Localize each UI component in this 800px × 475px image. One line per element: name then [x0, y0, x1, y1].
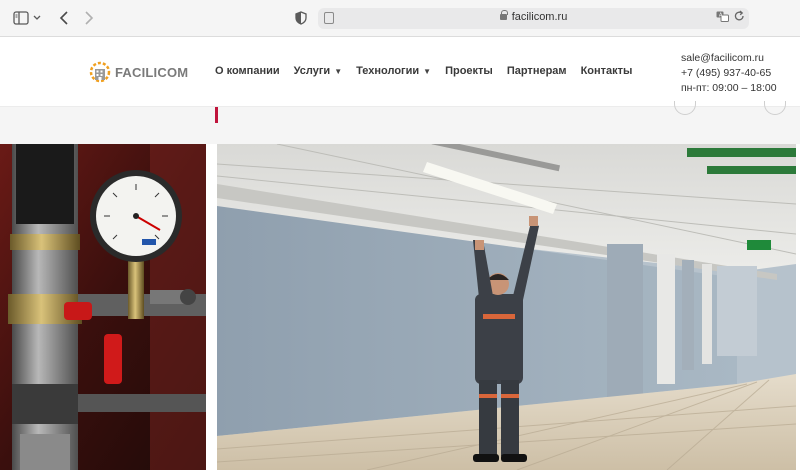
nav-item-contacts[interactable]: Контакты — [581, 65, 633, 77]
address-bar[interactable]: facilicom.ru A — [318, 8, 749, 29]
sidebar-icon[interactable] — [12, 9, 30, 27]
chevron-down-icon: ▼ — [423, 66, 432, 76]
contact-email[interactable]: sale@facilicom.ru — [681, 51, 777, 66]
accent-bar — [215, 107, 218, 123]
slider-control-icon[interactable] — [674, 101, 696, 115]
pressure-gauge-photo — [0, 144, 206, 470]
translate-icon[interactable]: A — [716, 11, 729, 25]
shield-icon[interactable] — [292, 9, 310, 27]
lock-icon — [499, 10, 508, 20]
corridor-worker-photo — [217, 144, 796, 470]
nav-item-projects[interactable]: Проекты — [445, 65, 493, 77]
contact-hours: пн-пт: 09:00 – 18:00 — [681, 82, 777, 94]
site-logo[interactable]: FACILICOM — [88, 60, 188, 84]
header-contacts: sale@facilicom.ru +7 (495) 937-40-65 пн-… — [681, 51, 777, 96]
url-text: facilicom.ru — [511, 11, 568, 23]
chevron-down-icon[interactable] — [31, 9, 43, 27]
nav-item-partners[interactable]: Партнерам — [507, 65, 567, 77]
slider-control-icon[interactable] — [764, 101, 786, 115]
nav-item-services[interactable]: Услуги ▼ — [294, 65, 343, 77]
logo-text: FACILICOM — [115, 64, 189, 80]
main-nav: О компании Услуги ▼ Технологии ▼ Проекты П… — [215, 65, 646, 77]
contact-phone[interactable]: +7 (495) 937-40-65 — [681, 66, 777, 81]
section-strip — [0, 101, 800, 144]
nav-item-technologies[interactable]: Технологии ▼ — [356, 65, 431, 77]
site-header: FACILICOM О компании Услуги ▼ Технологии ▼… — [0, 37, 800, 107]
browser-toolbar: facilicom.ru A — [0, 0, 800, 37]
reload-icon[interactable] — [734, 10, 745, 25]
nav-item-about[interactable]: О компании — [215, 65, 280, 77]
back-icon[interactable] — [55, 9, 73, 27]
logo-building-icon — [88, 60, 112, 84]
chevron-down-icon: ▼ — [334, 66, 343, 76]
forward-icon[interactable] — [80, 9, 98, 27]
